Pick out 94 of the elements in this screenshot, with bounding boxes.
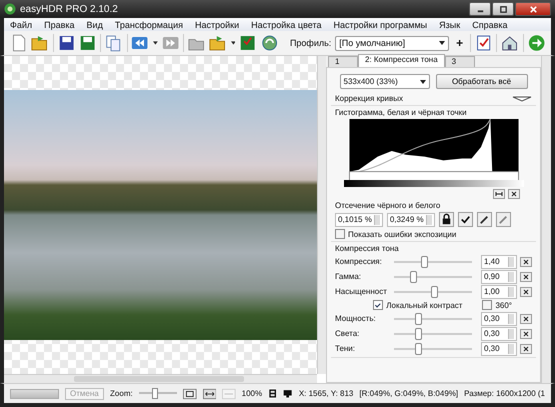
caret-icon xyxy=(439,41,446,45)
tab[interactable]: 3 xyxy=(444,56,475,67)
fit-window-icon[interactable] xyxy=(182,388,196,400)
slider-label: Гамма: xyxy=(335,272,362,281)
film-strip-icon[interactable] xyxy=(268,388,278,399)
checkbox-label: Локальный контраст xyxy=(386,300,462,310)
checklist-icon[interactable] xyxy=(475,34,492,52)
save-icon[interactable] xyxy=(58,34,75,52)
maximize-icon xyxy=(498,4,508,14)
clipping-label: Отсечение чёрного и белого xyxy=(335,201,442,210)
clipping-field[interactable]: 0,3249 % xyxy=(386,212,435,226)
menu-item[interactable]: Настройки xyxy=(194,20,240,30)
monitor-icon[interactable] xyxy=(283,388,293,399)
fit-icon[interactable] xyxy=(493,189,505,199)
close-button[interactable] xyxy=(515,2,551,16)
value-field[interactable]: 1,40 xyxy=(481,254,517,268)
copy-icon[interactable] xyxy=(105,34,122,52)
collapse-icon[interactable] xyxy=(512,96,532,102)
menu-item[interactable]: Настройка цвета xyxy=(251,20,322,30)
checkbox[interactable] xyxy=(373,300,384,310)
reset-icon[interactable] xyxy=(520,256,532,266)
checkbox-label: Показать ошибки экспозиции xyxy=(348,230,456,238)
caret-icon xyxy=(420,80,426,84)
value-field[interactable]: 0,30 xyxy=(481,312,517,326)
menu-item[interactable]: Трансформация xyxy=(114,20,183,30)
fit-width-icon[interactable] xyxy=(202,388,216,400)
reset-icon[interactable] xyxy=(520,272,532,282)
vertical-scrollbar[interactable] xyxy=(541,56,551,383)
profile-dropdown[interactable]: [По умолчанию] xyxy=(335,36,450,50)
profile-label: Профиль: xyxy=(290,38,332,48)
status-panel xyxy=(10,388,59,398)
slider-thumb[interactable] xyxy=(415,328,422,340)
reset-icon[interactable] xyxy=(520,314,532,324)
slider-label: Мощность: xyxy=(335,314,377,323)
clipping-field[interactable]: 0,1015 % xyxy=(335,212,383,226)
reset-icon[interactable] xyxy=(520,286,532,296)
slider-label: Насыщенност xyxy=(335,287,385,296)
home-icon[interactable] xyxy=(501,34,519,52)
reset-icon[interactable] xyxy=(508,189,520,199)
zoom-percent: 100% xyxy=(242,389,262,398)
slider-thumb[interactable] xyxy=(431,286,438,298)
image-size: Размер: 1600x1200 (1 xyxy=(464,389,545,398)
menu-item[interactable]: Язык xyxy=(439,20,460,30)
horizontal-scrollbar[interactable] xyxy=(4,374,317,383)
lock-icon[interactable] xyxy=(438,212,454,227)
checkbox-label: 360° xyxy=(495,300,512,310)
slider-thumb[interactable] xyxy=(415,342,422,354)
cursor-coordinates: X: 1565, Y: 813 xyxy=(298,389,354,398)
value-field[interactable]: 0,30 xyxy=(481,326,517,340)
maximize-button[interactable] xyxy=(492,2,514,16)
section-title: Компрессия тона xyxy=(335,244,400,253)
rewind-icon[interactable] xyxy=(131,34,149,52)
caret-icon[interactable] xyxy=(230,41,236,45)
pixel-values: [R:049%, G:049%, B:049%] xyxy=(359,389,458,398)
process-all-button[interactable]: Обработать всё xyxy=(436,74,528,89)
checkbox[interactable] xyxy=(335,229,345,239)
new-document-icon[interactable] xyxy=(10,34,28,52)
preview-size-dropdown[interactable]: 533x400 (33%) xyxy=(340,74,430,89)
checkbox[interactable] xyxy=(482,300,492,310)
slider-label: Тени: xyxy=(335,344,356,353)
section-title: Коррекция кривых xyxy=(335,94,403,103)
checkmark-icon[interactable] xyxy=(458,212,473,227)
slider-thumb[interactable] xyxy=(420,256,428,268)
value-field[interactable]: 0,90 xyxy=(481,270,517,284)
slider-label: Компрессия: xyxy=(335,257,383,266)
value-field[interactable]: 0,30 xyxy=(481,342,517,356)
slider-label: Света: xyxy=(335,329,360,338)
zoom-label: Zoom: xyxy=(110,389,133,398)
menu-item[interactable]: Настройки программы xyxy=(334,20,428,30)
menu-item[interactable]: Справка xyxy=(472,20,508,30)
close-icon xyxy=(528,4,538,14)
menu-item[interactable]: Правка xyxy=(44,20,75,30)
open-folder-icon[interactable] xyxy=(31,34,49,52)
reset-icon[interactable] xyxy=(520,328,532,338)
app-logo-icon xyxy=(4,3,16,15)
slider-thumb[interactable] xyxy=(415,312,422,324)
window-title: easyHDR PRO 2.10.2 xyxy=(20,4,118,14)
folder-arrow-icon[interactable] xyxy=(209,34,226,52)
menu-item[interactable]: Файл xyxy=(10,20,32,30)
slider-thumb[interactable] xyxy=(410,270,417,282)
vertical-scrollbar[interactable] xyxy=(317,56,326,374)
caret-icon[interactable] xyxy=(152,41,158,45)
reset-icon[interactable] xyxy=(520,344,532,354)
menu-item[interactable]: Вид xyxy=(86,20,103,30)
zoom-slider-thumb[interactable] xyxy=(152,388,158,399)
minimize-button[interactable] xyxy=(469,2,491,16)
tab[interactable]: 1 xyxy=(328,56,358,67)
save-check-icon[interactable] xyxy=(239,34,257,52)
value-field[interactable]: 1,00 xyxy=(481,284,517,298)
refresh-icon[interactable] xyxy=(260,34,278,52)
add-profile-button[interactable]: + xyxy=(453,36,466,50)
tab[interactable]: 2: Компрессия тона xyxy=(358,54,445,67)
section-title: Гистограмма, белая и чёрная точки xyxy=(335,108,468,117)
save-icon[interactable] xyxy=(78,34,96,52)
